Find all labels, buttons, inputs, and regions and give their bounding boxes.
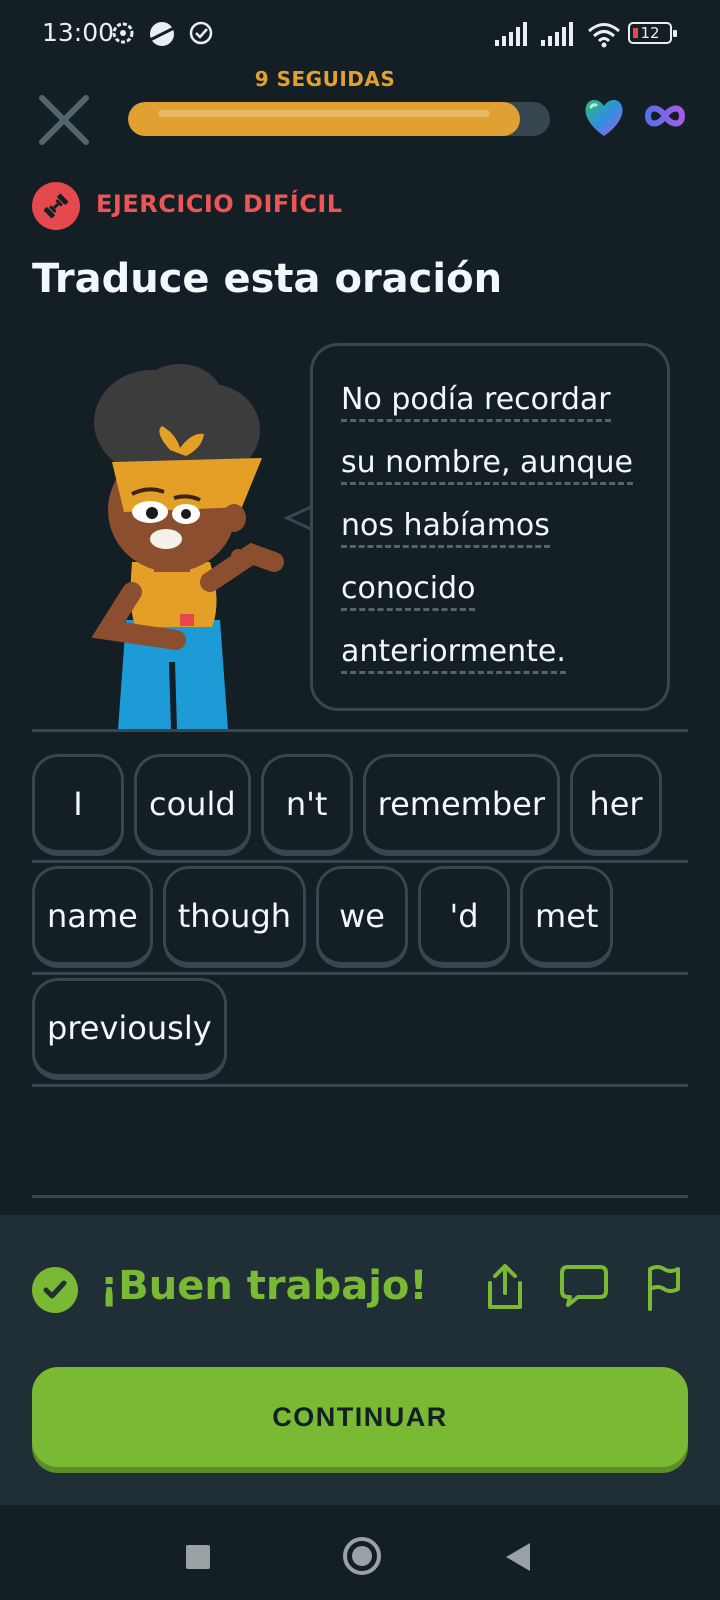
character-illustration: [92, 364, 284, 730]
battery-indicator: 12: [628, 22, 677, 44]
continue-button[interactable]: CONTINUAR: [32, 1367, 688, 1467]
prompt-line[interactable]: anteriormente.: [341, 634, 566, 674]
word-chip[interactable]: previously: [32, 978, 227, 1080]
answer-row-2: name though we 'd met: [32, 866, 614, 968]
wifi-icon: [588, 23, 620, 48]
word-chip[interactable]: could: [134, 754, 251, 856]
system-nav-bar: [0, 1505, 720, 1600]
word-chip[interactable]: we: [316, 866, 409, 968]
hard-exercise-badge: [32, 182, 80, 230]
status-notification-icons: [110, 20, 214, 48]
close-icon: [39, 95, 89, 145]
feedback-title: ¡Buen trabajo!: [100, 1263, 428, 1309]
prompt-line[interactable]: nos habíamos: [341, 508, 550, 548]
speech-bubble: No podía recordar su nombre, aunque nos …: [310, 343, 670, 711]
signal-icon-2: [541, 22, 573, 46]
back-button[interactable]: [506, 1543, 530, 1571]
prompt-line[interactable]: No podía recordar: [341, 382, 611, 422]
word-chip[interactable]: though: [162, 866, 307, 968]
status-system-icons: [495, 22, 621, 48]
success-badge: [32, 1267, 78, 1313]
exercise-title: Traduce esta oración: [32, 256, 503, 302]
flag-icon[interactable]: [644, 1263, 684, 1313]
word-chip[interactable]: I: [32, 754, 124, 856]
signal-icon: [495, 22, 527, 46]
speech-bubble-tail: [283, 504, 313, 532]
lesson-progress-fill: [128, 102, 521, 136]
prompt-line[interactable]: conocido: [341, 571, 476, 611]
dumbbell-icon: [43, 193, 69, 219]
home-button[interactable]: [343, 1537, 381, 1575]
answer-line: [32, 1084, 688, 1087]
comment-icon[interactable]: [560, 1263, 608, 1309]
answer-row-3: previously: [32, 978, 227, 1080]
word-chip[interactable]: met: [520, 866, 614, 968]
word-chip[interactable]: name: [32, 866, 153, 968]
word-chip[interactable]: her: [569, 754, 662, 856]
recent-apps-button[interactable]: [186, 1545, 210, 1569]
answer-line: [32, 729, 688, 732]
word-chip[interactable]: n't: [260, 754, 353, 856]
prompt-sentence: No podía recordar su nombre, aunque nos …: [341, 368, 639, 683]
infinity-icon: [644, 105, 686, 127]
check-icon: [43, 1280, 67, 1299]
heart-icon[interactable]: [582, 98, 626, 138]
word-chip[interactable]: 'd: [418, 866, 511, 968]
answer-line: [32, 1195, 688, 1198]
share-icon[interactable]: [484, 1263, 526, 1311]
streak-label: 9 SEGUIDAS: [254, 67, 396, 91]
status-time: 13:00: [42, 18, 115, 47]
settings-status-icon: [112, 22, 134, 44]
answer-line: [32, 860, 688, 863]
lesson-progress-bar: [128, 102, 550, 136]
status-bar: 13:00 12: [0, 0, 720, 70]
planet-status-icon: [149, 22, 175, 46]
close-button[interactable]: [38, 94, 90, 146]
hard-exercise-label: EJERCICIO DIFÍCIL: [96, 190, 343, 218]
word-chip[interactable]: remember: [362, 754, 560, 856]
answer-line: [32, 972, 688, 975]
answer-row-1: I could n't remember her: [32, 754, 662, 856]
check-status-icon: [189, 21, 213, 45]
feedback-panel: ¡Buen trabajo! CONTINUAR: [0, 1215, 720, 1505]
prompt-line[interactable]: su nombre, aunque: [341, 445, 633, 485]
